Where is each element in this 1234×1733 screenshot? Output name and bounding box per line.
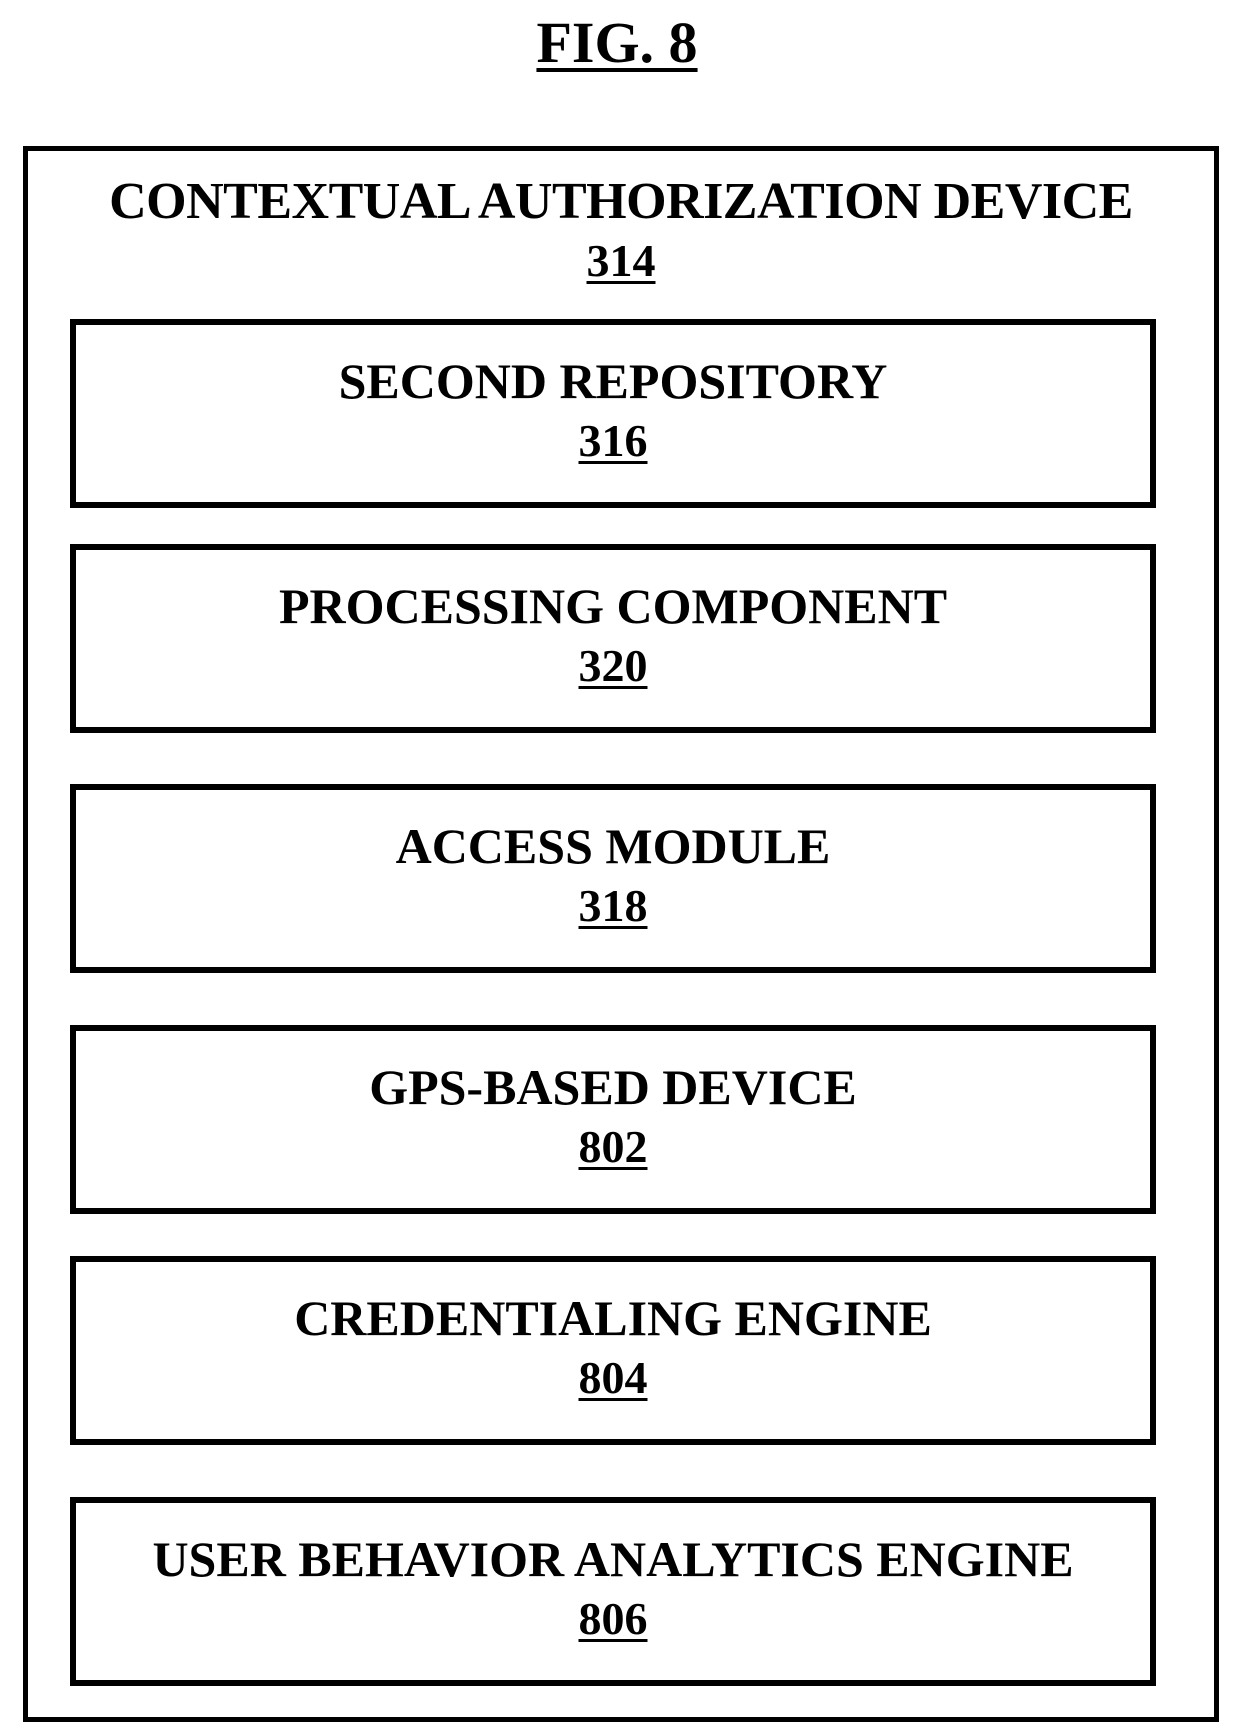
component-reference-number: 802 (76, 1119, 1150, 1175)
component-label: GPS-BASED DEVICE (76, 1057, 1150, 1117)
figure-title: FIG. 8 (0, 8, 1234, 78)
second-repository-box: SECOND REPOSITORY 316 (70, 319, 1156, 508)
component-reference-number: 320 (76, 638, 1150, 694)
component-label: CREDENTIALING ENGINE (76, 1288, 1150, 1348)
device-reference-number: 314 (28, 233, 1214, 289)
component-label: ACCESS MODULE (76, 816, 1150, 876)
access-module-box: ACCESS MODULE 318 (70, 784, 1156, 973)
credentialing-engine-box: CREDENTIALING ENGINE 804 (70, 1256, 1156, 1445)
device-label: CONTEXTUAL AUTHORIZATION DEVICE (28, 171, 1214, 233)
component-reference-number: 806 (76, 1591, 1150, 1647)
gps-based-device-box: GPS-BASED DEVICE 802 (70, 1025, 1156, 1214)
component-label: SECOND REPOSITORY (76, 351, 1150, 411)
component-reference-number: 318 (76, 878, 1150, 934)
user-behavior-analytics-engine-box: USER BEHAVIOR ANALYTICS ENGINE 806 (70, 1497, 1156, 1686)
component-reference-number: 804 (76, 1350, 1150, 1406)
component-label: PROCESSING COMPONENT (76, 576, 1150, 636)
processing-component-box: PROCESSING COMPONENT 320 (70, 544, 1156, 733)
component-label: USER BEHAVIOR ANALYTICS ENGINE (76, 1529, 1150, 1589)
component-reference-number: 316 (76, 413, 1150, 469)
